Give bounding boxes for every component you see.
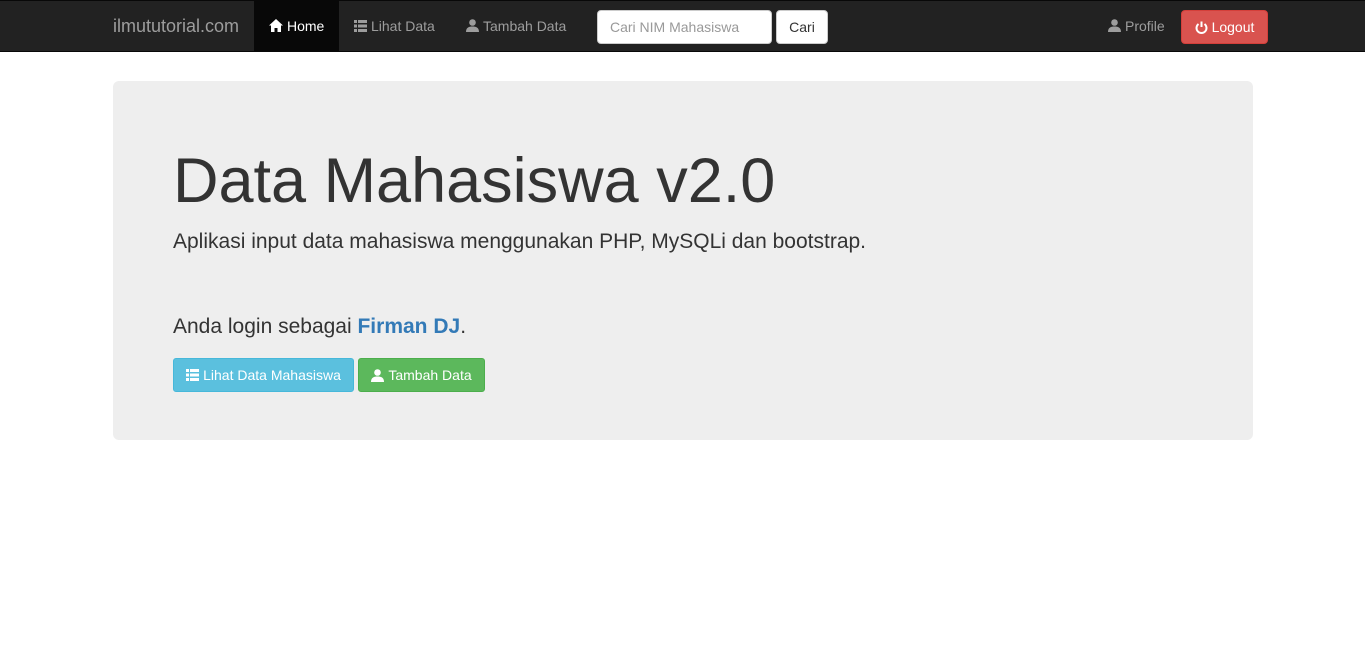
search-button[interactable]: Cari	[776, 10, 828, 44]
nav-home[interactable]: Home	[254, 1, 339, 51]
tambah-data-button[interactable]: Tambah Data	[358, 358, 485, 392]
login-status: Anda login sebagai Firman DJ.	[173, 315, 466, 339]
page-subtitle: Aplikasi input data mahasiswa menggunaka…	[173, 230, 867, 253]
nav-profile[interactable]: Profile	[1093, 1, 1180, 51]
user-icon	[1108, 19, 1121, 33]
nav-home-label: Home	[287, 18, 325, 34]
power-icon	[1195, 21, 1208, 34]
logout-label: Logout	[1211, 19, 1255, 35]
lihat-data-mahasiswa-button[interactable]: Lihat Data Mahasiswa	[173, 358, 354, 392]
login-prefix: Anda login sebagai	[173, 315, 358, 338]
nav-tambah-data-label: Tambah Data	[483, 18, 567, 34]
nav-lihat-data[interactable]: Lihat Data	[339, 1, 450, 51]
top-navbar: ilmututorial.com Home Lihat Data Tambah …	[0, 0, 1365, 52]
login-suffix: .	[460, 315, 467, 338]
nav-profile-label: Profile	[1125, 18, 1165, 34]
logged-in-username: Firman DJ	[357, 315, 461, 338]
tambah-data-label: Tambah Data	[388, 367, 472, 383]
brand-link[interactable]: ilmututorial.com	[113, 1, 239, 51]
list-icon	[186, 369, 200, 381]
jumbotron: Data Mahasiswa v2.0 Aplikasi input data …	[113, 81, 1253, 440]
user-icon	[371, 368, 385, 382]
search-input[interactable]	[597, 10, 772, 44]
nav-tambah-data[interactable]: Tambah Data	[451, 1, 581, 51]
lihat-data-mahasiswa-label: Lihat Data Mahasiswa	[203, 367, 341, 383]
list-icon	[354, 19, 367, 32]
page-title: Data Mahasiswa v2.0	[173, 146, 776, 216]
nav-lihat-data-label: Lihat Data	[371, 18, 435, 34]
user-icon	[466, 19, 479, 33]
logout-button[interactable]: Logout	[1181, 10, 1268, 44]
home-icon	[269, 19, 283, 33]
